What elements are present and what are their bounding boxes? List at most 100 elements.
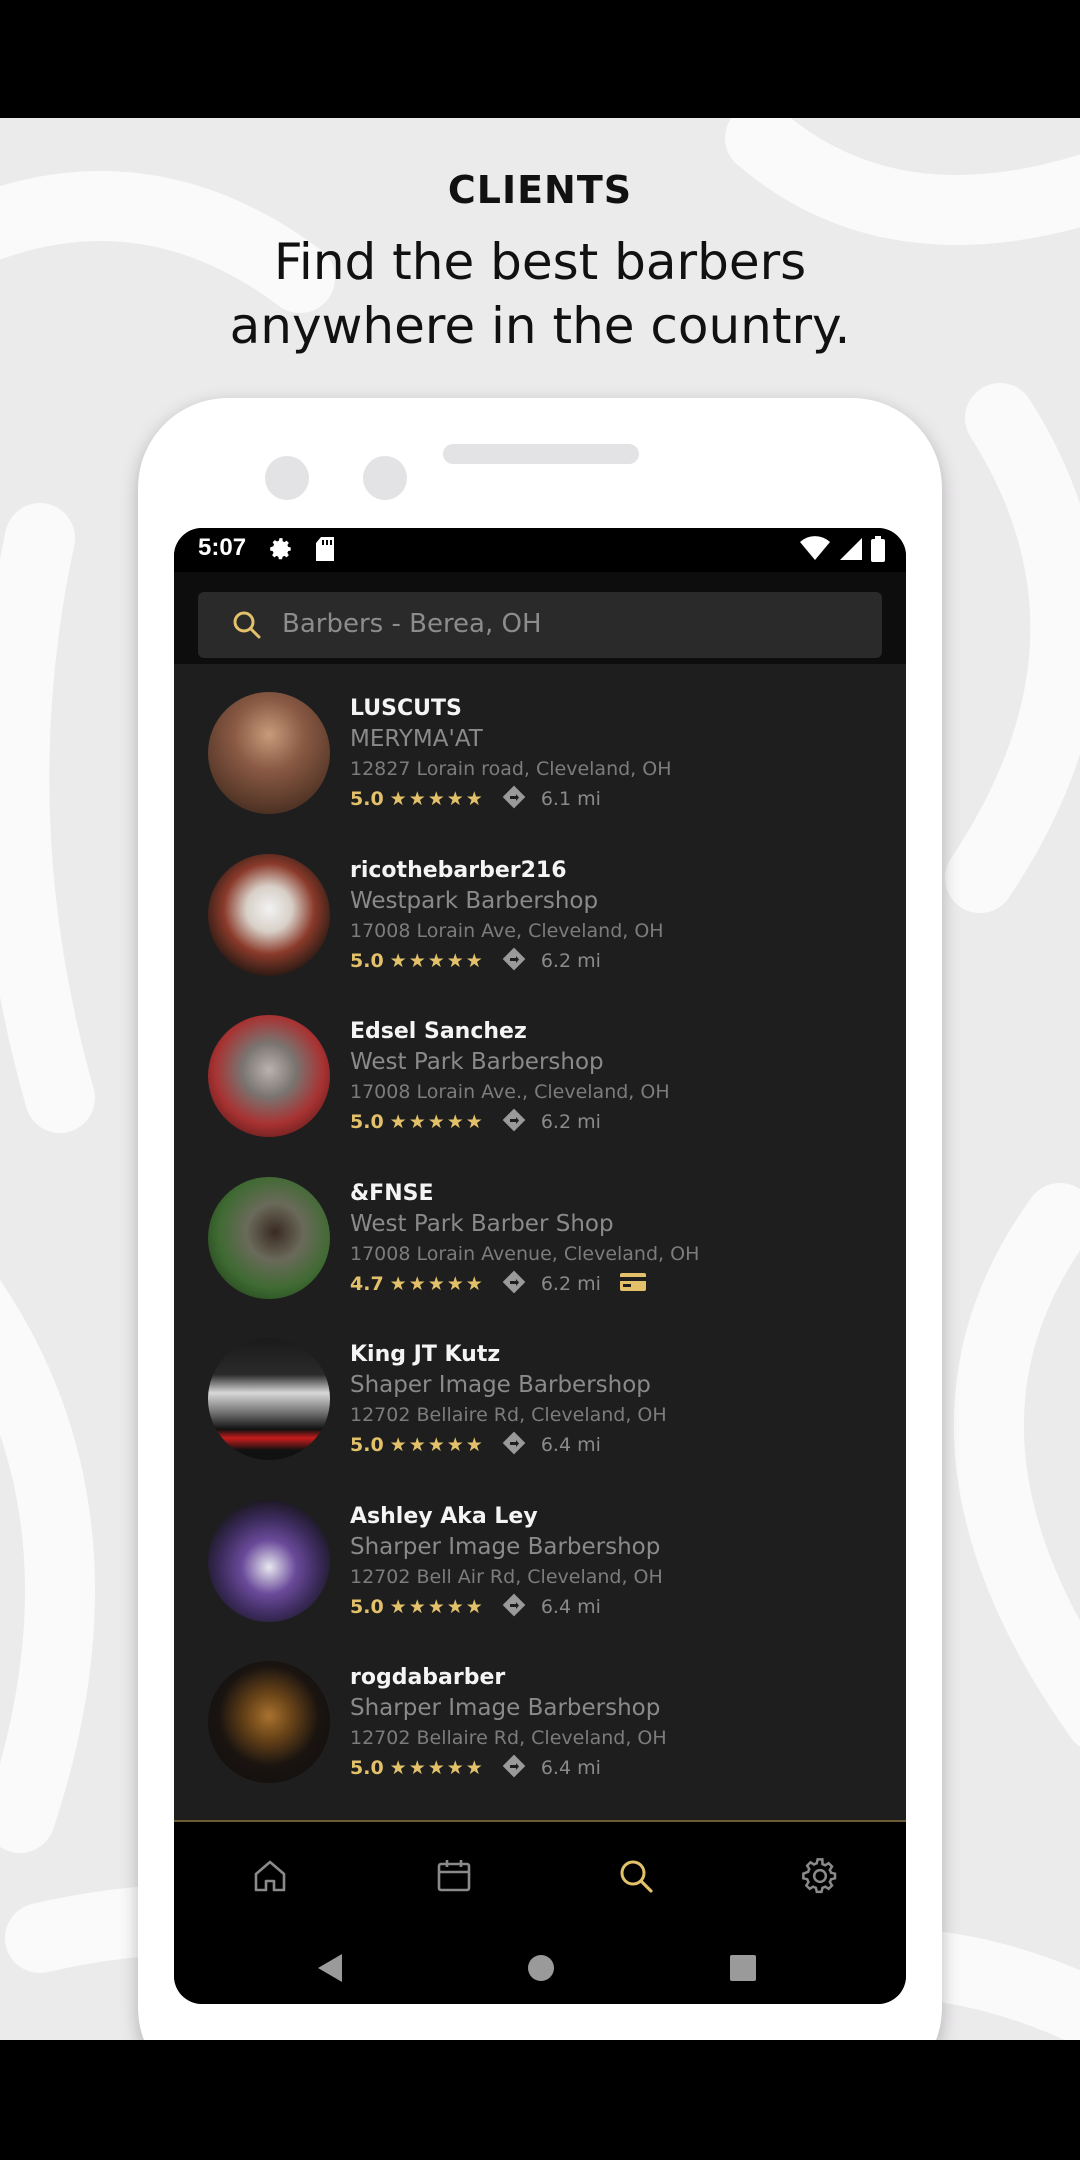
tab-search[interactable] [606, 1848, 666, 1908]
directions-icon [501, 1592, 527, 1622]
status-bar: 5:07 [174, 528, 906, 572]
back-icon[interactable] [316, 1952, 346, 1988]
directions-icon [501, 1107, 527, 1137]
search-icon [616, 1856, 656, 1900]
promo-label: CLIENTS [447, 168, 633, 212]
star-icons: ★★★★★ [389, 1595, 485, 1618]
directions-icon [501, 1753, 527, 1783]
tab-home[interactable] [240, 1848, 300, 1908]
search-query: Barbers - Berea, OH [282, 609, 542, 639]
distance: 6.2 mi [540, 1272, 601, 1295]
directions-icon [501, 1269, 527, 1299]
phone-speaker [443, 444, 639, 464]
phone-sensor-right [363, 456, 407, 500]
shop-name: Sharper Image Barbershop [350, 1695, 661, 1721]
rating-row: 5.0 ★★★★★ 6.2 mi [350, 946, 601, 976]
home-circle-icon[interactable] [526, 1952, 556, 1988]
shop-name: MERYMA'AT [350, 726, 483, 752]
gear-icon [268, 536, 294, 566]
rating-row: 5.0 ★★★★★ 6.1 mi [350, 784, 601, 814]
list-item[interactable]: Ashley Aka Ley Sharper Image Barbershop … [174, 1482, 906, 1644]
rating-row: 4.7 ★★★★★ 6.2 mi [350, 1269, 647, 1299]
avatar [208, 853, 330, 976]
barber-name: LUSCUTS [350, 696, 462, 721]
rating-value: 5.0 [350, 788, 384, 810]
rating-value: 5.0 [350, 1595, 384, 1618]
barber-name: Ashley Aka Ley [350, 1503, 538, 1529]
rating-row: 5.0 ★★★★★ 6.4 mi [350, 1430, 601, 1460]
shop-address: 17008 Lorain Avenue, Cleveland, OH [350, 1242, 700, 1265]
avatar [208, 1338, 330, 1460]
directions-icon [501, 946, 527, 976]
tab-settings[interactable] [790, 1848, 850, 1908]
bottom-black-band [0, 2040, 1080, 2160]
status-right-icons [800, 536, 886, 566]
barber-list: LUSCUTS MERYMA'AT 12827 Lorain road, Cle… [174, 674, 906, 1805]
shop-address: 12702 Bell Air Rd, Cleveland, OH [350, 1565, 663, 1588]
barber-name: rogdabarber [350, 1665, 506, 1690]
directions-icon [501, 1430, 527, 1460]
rating-value: 4.7 [350, 1272, 384, 1295]
list-item[interactable]: LUSCUTS MERYMA'AT 12827 Lorain road, Cle… [174, 674, 906, 836]
shop-name: Sharper Image Barbershop [350, 1533, 661, 1560]
gear-icon [800, 1856, 840, 1900]
shop-address: 17008 Lorain Ave, Cleveland, OH [350, 919, 664, 942]
distance: 6.2 mi [540, 949, 601, 972]
search-area: Barbers - Berea, OH [174, 572, 906, 664]
rating-row: 5.0 ★★★★★ 6.4 mi [350, 1592, 601, 1622]
shop-address: 12702 Bellaire Rd, Cleveland, OH [350, 1727, 667, 1749]
avatar [208, 1499, 330, 1622]
list-item[interactable]: Edsel Sanchez West Park Barbershop 17008… [174, 997, 906, 1159]
credit-card-icon [619, 1272, 647, 1296]
shop-name: Shaper Image Barbershop [350, 1372, 651, 1398]
app-screen: 5:07 Barbers - Berea, OH LUSCUTS MERYMA'… [174, 528, 906, 2004]
tab-calendar[interactable] [424, 1848, 484, 1908]
list-item[interactable]: &FNSE West Park Barber Shop 17008 Lorain… [174, 1159, 906, 1321]
distance: 6.2 mi [540, 1111, 601, 1133]
avatar [208, 692, 330, 814]
distance: 6.4 mi [540, 1595, 601, 1618]
distance: 6.4 mi [540, 1434, 601, 1456]
star-icons: ★★★★★ [389, 1434, 485, 1456]
promo-headline-line1: Find the best barbers [273, 233, 807, 291]
shop-address: 12702 Bellaire Rd, Cleveland, OH [350, 1404, 667, 1426]
status-time: 5:07 [198, 534, 247, 561]
sd-card-icon [314, 536, 336, 566]
search-input[interactable]: Barbers - Berea, OH [198, 592, 882, 658]
rating-row: 5.0 ★★★★★ 6.4 mi [350, 1753, 601, 1783]
avatar [208, 1176, 330, 1299]
star-icons: ★★★★★ [389, 949, 485, 972]
star-icons: ★★★★★ [389, 788, 485, 810]
bottom-tab-bar [174, 1820, 906, 1934]
top-black-band [0, 0, 1080, 118]
calendar-icon [434, 1856, 474, 1900]
signal-icon [838, 536, 862, 566]
phone-sensor-left [265, 456, 309, 500]
avatar [208, 1015, 330, 1137]
barber-name: ricothebarber216 [350, 857, 567, 883]
rating-value: 5.0 [350, 949, 384, 972]
rating-row: 5.0 ★★★★★ 6.2 mi [350, 1107, 601, 1137]
barber-name: King JT Kutz [350, 1342, 501, 1367]
barber-name: &FNSE [350, 1180, 434, 1206]
list-item[interactable]: King JT Kutz Shaper Image Barbershop 127… [174, 1320, 906, 1482]
distance: 6.1 mi [540, 788, 601, 810]
home-icon [250, 1856, 290, 1900]
star-icons: ★★★★★ [389, 1757, 485, 1779]
rating-value: 5.0 [350, 1757, 384, 1779]
shop-name: West Park Barber Shop [350, 1210, 614, 1237]
directions-icon [501, 784, 527, 814]
promo-headline: Find the best barbers anywhere in the co… [0, 230, 1080, 358]
star-icons: ★★★★★ [389, 1111, 485, 1133]
shop-address: 17008 Lorain Ave., Cleveland, OH [350, 1081, 670, 1103]
recents-icon[interactable] [728, 1952, 758, 1988]
rating-value: 5.0 [350, 1111, 384, 1133]
shop-address: 12827 Lorain road, Cleveland, OH [350, 758, 672, 780]
promo-headline-line2: anywhere in the country. [229, 297, 851, 355]
distance: 6.4 mi [540, 1757, 601, 1779]
list-item[interactable]: rogdabarber Sharper Image Barbershop 127… [174, 1643, 906, 1805]
star-icons: ★★★★★ [389, 1272, 485, 1295]
rating-value: 5.0 [350, 1434, 384, 1456]
list-item[interactable]: ricothebarber216 Westpark Barbershop 170… [174, 836, 906, 998]
shop-name: West Park Barbershop [350, 1049, 604, 1075]
